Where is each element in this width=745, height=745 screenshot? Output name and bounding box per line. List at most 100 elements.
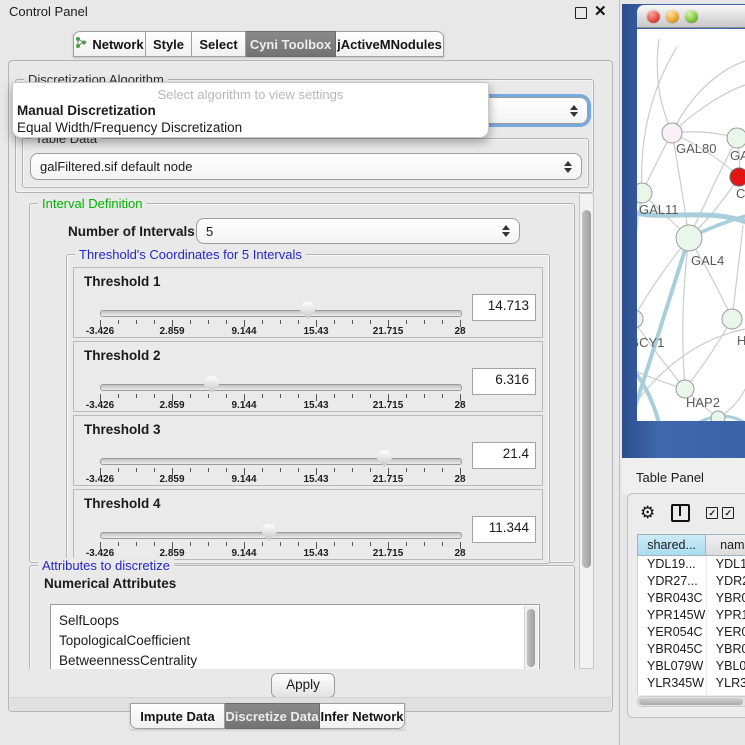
- minimize-traffic-light-icon[interactable]: [666, 10, 679, 23]
- slider-tick-label: 9.144: [231, 474, 256, 485]
- vertical-scrollbar[interactable]: [579, 193, 594, 669]
- network-canvas[interactable]: GAL80GACGAL11GAL4GCY1HHAP2: [637, 29, 745, 421]
- slider-tick-label: 15.43: [303, 326, 328, 337]
- network-view-window[interactable]: GAL80GACGAL11GAL4GCY1HHAP2: [637, 5, 745, 421]
- cell-shared-name[interactable]: YER054C: [638, 624, 707, 641]
- slider-tick-label: 15.43: [303, 400, 328, 411]
- checkbox-icon[interactable]: ✓: [706, 507, 718, 519]
- cell-shared-name[interactable]: YBR045C: [638, 641, 707, 658]
- tab-discretize-data[interactable]: Discretize Data: [225, 703, 320, 729]
- network-node[interactable]: [637, 183, 652, 203]
- slider-tick: [298, 320, 299, 324]
- cell-name[interactable]: YPR145W: [707, 607, 745, 624]
- horizontal-scrollbar[interactable]: [637, 696, 745, 707]
- network-window-titlebar[interactable]: [637, 5, 745, 28]
- vertical-scrollbar-thumb[interactable]: [582, 210, 591, 568]
- cell-name[interactable]: YDL19...: [707, 556, 745, 573]
- zoom-traffic-light-icon[interactable]: [685, 10, 698, 23]
- slider-tick: [190, 394, 191, 398]
- slider-tick: [334, 468, 335, 472]
- list-scrollbar[interactable]: [524, 606, 538, 669]
- checkbox-icon[interactable]: ✓: [722, 507, 734, 519]
- cell-name[interactable]: YDR27...: [707, 573, 745, 590]
- table-row[interactable]: YDR27...YDR27...: [638, 573, 745, 590]
- network-edge: [685, 319, 732, 389]
- threshold-value-field[interactable]: 14.713: [472, 294, 536, 321]
- cell-name[interactable]: YER054C: [707, 624, 745, 641]
- list-scrollbar-thumb[interactable]: [527, 609, 535, 667]
- slider-tick: [352, 468, 353, 472]
- network-node[interactable]: [722, 309, 742, 329]
- tab-impute-data[interactable]: Impute Data: [130, 703, 225, 729]
- float-window-icon[interactable]: [575, 7, 587, 19]
- slider-tick: [118, 394, 119, 398]
- cell-name[interactable]: YIL052C: [707, 692, 745, 695]
- cell-shared-name[interactable]: YLR345W: [638, 675, 707, 692]
- close-icon[interactable]: ✕: [594, 2, 607, 20]
- apply-button[interactable]: Apply: [271, 673, 335, 698]
- close-traffic-light-icon[interactable]: [647, 10, 660, 23]
- cell-shared-name[interactable]: YBL079W: [638, 658, 707, 675]
- table-panel-title: Table Panel: [636, 470, 704, 485]
- algorithm-option-manual[interactable]: Manual Discretization: [13, 102, 488, 119]
- tab-label: Network: [92, 37, 143, 52]
- threshold-value-field[interactable]: 6.316: [472, 368, 536, 395]
- slider-tick-label: 28: [454, 548, 465, 559]
- slider-track[interactable]: [100, 458, 462, 465]
- panel-splitter[interactable]: [619, 0, 620, 745]
- cell-name[interactable]: YBR043C: [707, 590, 745, 607]
- cell-shared-name[interactable]: YBR043C: [638, 590, 707, 607]
- network-node[interactable]: [676, 225, 702, 251]
- tab-select[interactable]: Select: [192, 31, 246, 57]
- cell-shared-name[interactable]: YIL052C: [638, 692, 707, 695]
- table-row[interactable]: YBR045CYBR045C: [638, 641, 745, 658]
- slider-tick: [406, 320, 407, 324]
- network-node[interactable]: [730, 168, 745, 186]
- threshold-value-field[interactable]: 11.344: [472, 516, 536, 543]
- cell-shared-name[interactable]: YPR145W: [638, 607, 707, 624]
- cell-shared-name[interactable]: YDL19...: [638, 556, 707, 573]
- tab-jactivemnodules[interactable]: jActiveMNodules: [336, 31, 444, 57]
- network-node[interactable]: [711, 411, 725, 421]
- column-header-shared-name[interactable]: shared...: [637, 534, 706, 556]
- tab-style[interactable]: Style: [146, 31, 192, 57]
- cell-shared-name[interactable]: YDR27...: [638, 573, 707, 590]
- table-row[interactable]: YLR345WYLR345W: [638, 675, 745, 692]
- tab-label: Discretize Data: [225, 709, 318, 724]
- network-edge: [689, 238, 732, 319]
- column-header-name[interactable]: name: [706, 534, 745, 556]
- table-row[interactable]: YBR043CYBR043C: [638, 590, 745, 607]
- slider-track[interactable]: [100, 310, 462, 317]
- table-data-select[interactable]: galFiltered.sif default node: [30, 153, 582, 180]
- tab-network[interactable]: Network: [73, 31, 146, 57]
- network-node[interactable]: [727, 128, 745, 148]
- slider-tick: [226, 542, 227, 546]
- horizontal-scrollbar-thumb[interactable]: [639, 698, 743, 705]
- numerical-attributes-label: Numerical Attributes: [44, 576, 176, 591]
- table-row[interactable]: YPR145WYPR145W: [638, 607, 745, 624]
- cell-name[interactable]: YLR345W: [707, 675, 745, 692]
- list-item[interactable]: BetweennessCentrality: [51, 651, 539, 669]
- slider-track[interactable]: [100, 384, 462, 391]
- tab-infer-network[interactable]: Infer Network: [320, 703, 405, 729]
- table-row[interactable]: YDL19...YDL19...: [638, 556, 745, 573]
- list-item[interactable]: SelfLoops: [51, 611, 539, 631]
- network-node[interactable]: [662, 123, 682, 143]
- list-item[interactable]: TopologicalCoefficient: [51, 631, 539, 651]
- threshold-value-field[interactable]: 21.4: [472, 442, 536, 469]
- table-row[interactable]: YER054CYER054C: [638, 624, 745, 641]
- table-row[interactable]: YIL052CYIL052C: [638, 692, 745, 695]
- algorithm-option-equal-width[interactable]: Equal Width/Frequency Discretization: [13, 119, 488, 136]
- tab-cyni-toolbox[interactable]: Cyni Toolbox: [246, 31, 336, 57]
- cell-name[interactable]: YBL079W: [707, 658, 745, 675]
- columns-icon[interactable]: [671, 504, 690, 522]
- slider-track[interactable]: [100, 532, 462, 539]
- number-of-intervals-select[interactable]: 5: [196, 218, 520, 244]
- numerical-attributes-list[interactable]: SelfLoopsTopologicalCoefficientBetweenne…: [50, 604, 540, 669]
- slider-tick-label: 2.859: [159, 400, 184, 411]
- network-node[interactable]: [637, 310, 643, 328]
- gear-icon[interactable]: ⚙: [640, 503, 655, 523]
- cell-name[interactable]: YBR045C: [707, 641, 745, 658]
- table-row[interactable]: YBL079WYBL079W: [638, 658, 745, 675]
- bottom-tab-bar: Impute DataDiscretize DataInfer Network: [130, 703, 405, 729]
